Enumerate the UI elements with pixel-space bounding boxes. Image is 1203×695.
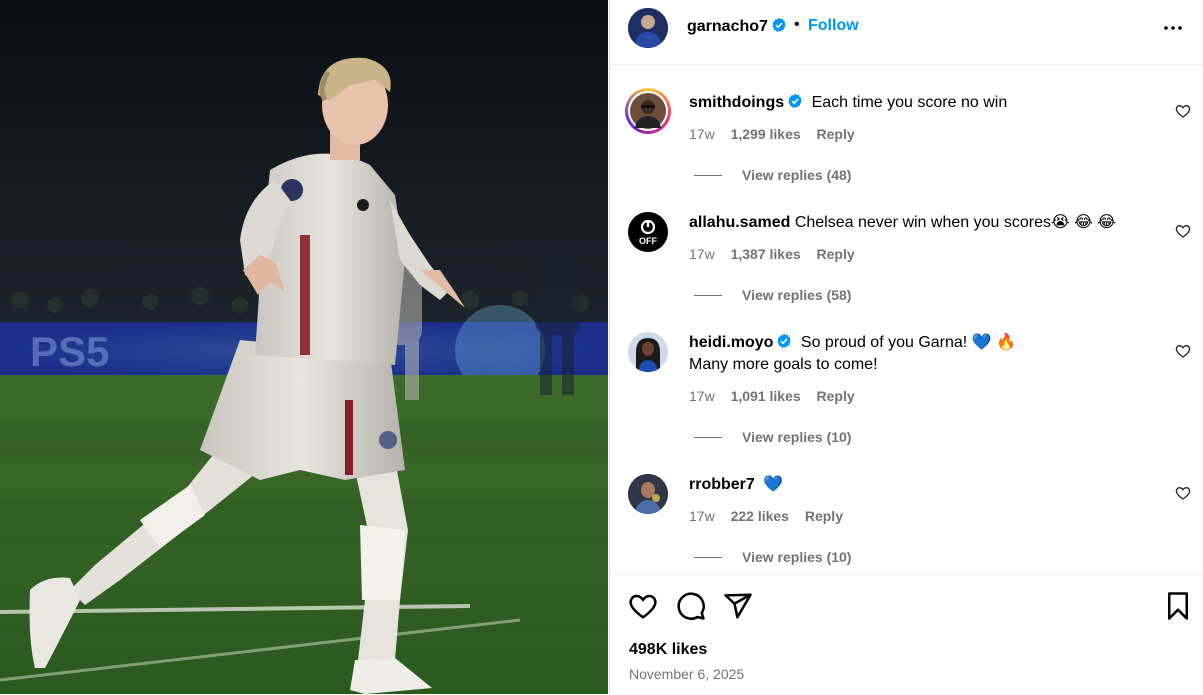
view-replies-button[interactable]: View replies (58) (694, 287, 851, 303)
comment-icon[interactable] (676, 591, 706, 621)
commenter-username[interactable]: heidi.moyo (689, 334, 773, 351)
comment-time: 17w (689, 508, 715, 524)
comment-body: So proud of you Garna! 💙 🔥 (800, 334, 1016, 351)
commenter-avatar[interactable] (628, 474, 668, 514)
reply-button[interactable]: Reply (805, 508, 843, 524)
reply-button[interactable]: Reply (817, 388, 855, 404)
comment-meta: 17w 1,299 likes Reply (689, 126, 867, 142)
comment-likes[interactable]: 1,299 likes (731, 126, 801, 142)
separator-dot: • (794, 16, 800, 33)
follow-button[interactable]: Follow (808, 17, 859, 35)
comment-likes[interactable]: 222 likes (731, 508, 789, 524)
share-icon[interactable] (723, 591, 753, 621)
view-replies-button[interactable]: View replies (10) (694, 429, 851, 445)
commenter-avatar[interactable] (628, 332, 668, 372)
view-replies-label[interactable]: View replies (10) (742, 429, 851, 445)
comment-likes[interactable]: 1,091 likes (731, 388, 801, 404)
view-replies-button[interactable]: View replies (10) (694, 549, 851, 565)
comment-heart-icon[interactable] (1175, 343, 1191, 359)
commenter-username[interactable]: rrobber7 (689, 476, 755, 493)
comment-time: 17w (689, 388, 715, 404)
commenter-username[interactable]: smithdoings (689, 94, 784, 111)
post-header: garnacho7 • Follow (610, 0, 1203, 65)
comment-meta: 17w 1,387 likes Reply (689, 246, 867, 262)
post-detail-panel: garnacho7 • Follow smithdoings Each time… (609, 0, 1203, 694)
comment-text-block: smithdoings Each time you score no win (689, 92, 1149, 114)
author-username-text[interactable]: garnacho7 (687, 18, 768, 35)
heart-icon[interactable] (628, 591, 658, 621)
view-replies-label[interactable]: View replies (58) (742, 287, 851, 303)
verified-badge-icon (777, 333, 792, 349)
comment-heart-icon[interactable] (1175, 223, 1191, 239)
ps5-ad-text: PS5 (30, 328, 109, 375)
reply-button[interactable]: Reply (817, 246, 855, 262)
comment-meta: 17w 1,091 likes Reply (689, 388, 867, 404)
comment-text-block: heidi.moyo So proud of you Garna! 💙 🔥 Ma… (689, 332, 1149, 376)
comment-time: 17w (689, 246, 715, 262)
commenter-avatar[interactable] (625, 88, 671, 134)
commenter-avatar[interactable]: OFF (628, 212, 668, 252)
comment-text-block: allahu.samed Chelsea never win when you … (689, 212, 1149, 234)
football-player-photo: PS5 (0, 0, 608, 694)
comment-heart-icon[interactable] (1175, 103, 1191, 119)
post-likes-count[interactable]: 498K likes (629, 641, 707, 659)
commenter-username[interactable]: allahu.samed (689, 214, 790, 231)
verified-badge-icon (772, 17, 786, 33)
comment-body: 💙 (763, 476, 784, 493)
reply-button[interactable]: Reply (817, 126, 855, 142)
view-replies-button[interactable]: View replies (48) (694, 167, 851, 183)
comment-heart-icon[interactable] (1175, 485, 1191, 501)
bookmark-icon[interactable] (1163, 591, 1193, 621)
comments-list[interactable]: smithdoings Each time you score no win 1… (610, 65, 1203, 573)
comment-body-line2: Many more goals to come! (689, 356, 878, 373)
view-replies-label[interactable]: View replies (48) (742, 167, 851, 183)
comment-time: 17w (689, 126, 715, 142)
comment-body: Each time you score no win (811, 94, 1008, 111)
post-actions: 498K likes November 6, 2025 (610, 574, 1203, 695)
comment-body: Chelsea never win when you scores😭 😂 😂 (794, 214, 1116, 231)
view-replies-label[interactable]: View replies (10) (742, 549, 851, 565)
author-username[interactable]: garnacho7 (687, 17, 787, 36)
post-photo[interactable]: PS5 (0, 0, 608, 694)
verified-badge-icon (788, 93, 802, 109)
off-badge-text: OFF (639, 236, 657, 246)
more-horizontal-icon[interactable] (1161, 16, 1185, 40)
comment-likes[interactable]: 1,387 likes (731, 246, 801, 262)
post-date[interactable]: November 6, 2025 (629, 666, 744, 682)
author-avatar[interactable] (628, 8, 668, 48)
comment-meta: 17w 222 likes Reply (689, 508, 855, 524)
comment-text-block: rrobber7 💙 (689, 474, 1149, 496)
